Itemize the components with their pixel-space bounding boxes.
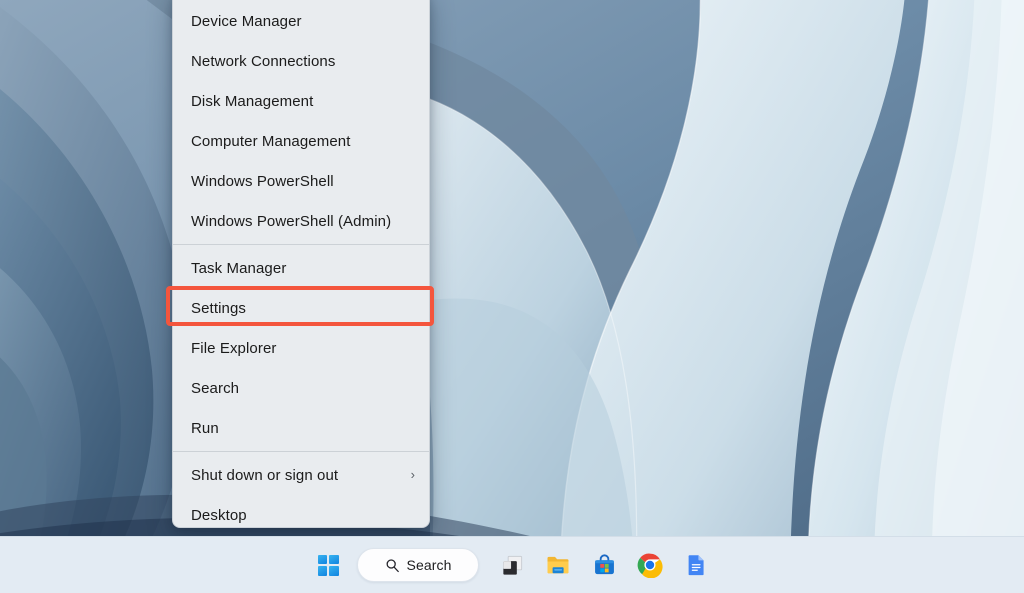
taskbar-button-microsoft-store[interactable] [581, 544, 627, 586]
taskbar-button-file-explorer[interactable] [535, 544, 581, 586]
menu-item-network-connections[interactable]: Network Connections [173, 41, 429, 81]
menu-item-settings[interactable]: Settings [173, 288, 429, 328]
menu-item-task-manager[interactable]: Task Manager [173, 248, 429, 288]
taskbar-button-task-view[interactable] [489, 544, 535, 586]
winx-power-user-menu[interactable]: Device Manager Network Connections Disk Ma… [172, 0, 430, 528]
menu-item-disk-management[interactable]: Disk Management [173, 81, 429, 121]
menu-item-device-manager[interactable]: Device Manager [173, 1, 429, 41]
menu-separator [173, 451, 429, 452]
search-input[interactable]: Search [357, 548, 479, 582]
menu-item-windows-powershell[interactable]: Windows PowerShell [173, 161, 429, 201]
menu-item-label: File Explorer [191, 339, 277, 357]
menu-item-label: Desktop [191, 506, 247, 524]
docs-document-icon [688, 555, 704, 576]
menu-item-label: Settings [191, 299, 246, 317]
store-bag-icon [594, 553, 614, 574]
menu-item-shut-down-or-sign-out[interactable]: Shut down or sign out › [173, 455, 429, 495]
chevron-right-icon: › [410, 466, 415, 482]
menu-item-search[interactable]: Search [173, 368, 429, 408]
search-icon [386, 558, 399, 572]
taskbar[interactable]: Search [0, 536, 1024, 593]
chrome-icon [637, 553, 663, 578]
menu-item-windows-powershell-admin[interactable]: Windows PowerShell (Admin) [173, 201, 429, 241]
menu-item-run[interactable]: Run [173, 408, 429, 448]
search-label: Search [406, 557, 452, 573]
menu-item-label: Run [191, 419, 219, 437]
wallpaper-artwork [0, 0, 1024, 593]
menu-item-file-explorer[interactable]: File Explorer [173, 328, 429, 368]
folder-icon [547, 556, 569, 574]
menu-item-label: Shut down or sign out [191, 466, 339, 484]
windows-logo-icon [317, 554, 339, 576]
menu-item-label: Device Manager [191, 12, 302, 30]
menu-item-label: Search [191, 379, 240, 397]
menu-item-label: Windows PowerShell [191, 172, 334, 190]
menu-item-label: Computer Management [191, 132, 351, 150]
desktop-wallpaper [0, 0, 1024, 593]
start-button[interactable] [305, 544, 351, 586]
menu-item-label: Task Manager [191, 259, 287, 277]
menu-item-label: Disk Management [191, 92, 314, 110]
menu-item-label: Network Connections [191, 52, 336, 70]
menu-item-desktop[interactable]: Desktop [173, 495, 429, 527]
desktop-screen: Device Manager Network Connections Disk Ma… [0, 0, 1024, 593]
menu-separator [173, 244, 429, 245]
menu-item-label: Windows PowerShell (Admin) [191, 212, 392, 230]
menu-item-computer-management[interactable]: Computer Management [173, 121, 429, 161]
taskbar-button-google-docs[interactable] [673, 544, 719, 586]
taskbar-button-google-chrome[interactable] [627, 544, 673, 586]
task-view-icon [502, 555, 522, 575]
